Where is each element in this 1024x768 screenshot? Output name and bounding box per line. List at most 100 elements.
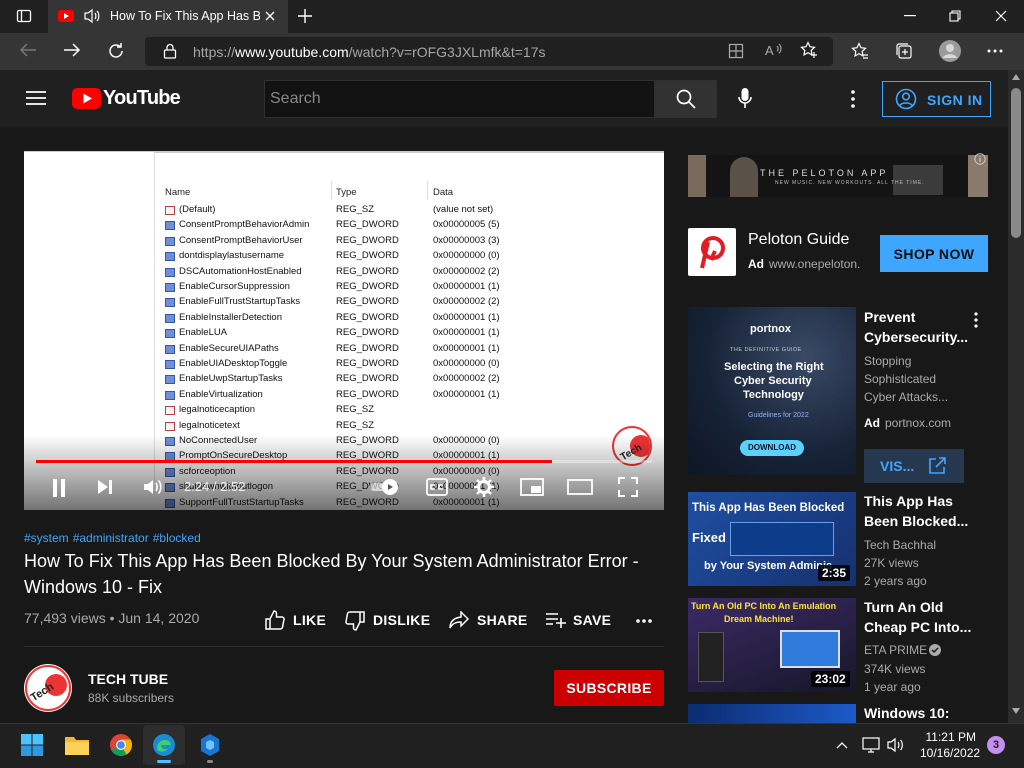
url-text[interactable]: https://www.youtube.com/watch?v=rOFG3JXL… xyxy=(193,44,546,60)
dislike-icon[interactable] xyxy=(345,611,365,631)
registry-row[interactable]: legalnoticecaption REG_SZ xyxy=(24,404,664,419)
save-button[interactable]: SAVE xyxy=(573,612,611,628)
youtube-logo-text[interactable]: YouTube xyxy=(103,87,181,110)
browser-tab-active[interactable]: How To Fix This App Has Been Blocked By … xyxy=(48,0,288,33)
video-card-title[interactable]: Turn An Old Cheap PC Into... xyxy=(864,597,976,637)
search-input[interactable] xyxy=(264,80,655,118)
video-player[interactable]: Name Type Data (Default) REG_SZ (value not… xyxy=(24,151,664,510)
fullscreen-icon[interactable] xyxy=(618,477,638,497)
add-favorite-icon[interactable] xyxy=(800,41,818,59)
registry-row[interactable]: legalnoticetext REG_SZ xyxy=(24,420,664,435)
save-playlist-icon[interactable] xyxy=(545,612,567,628)
favorites-icon[interactable] xyxy=(851,42,869,60)
like-button[interactable]: LIKE xyxy=(293,612,326,628)
video-thumbnail[interactable] xyxy=(688,704,856,723)
registry-row[interactable]: EnableUwpStartupTasks REG_DWORD 0x00000002… xyxy=(24,373,664,388)
ad-thumbnail[interactable]: portnox THE DEFINITIVE GUIDE Selecting t… xyxy=(688,307,856,475)
video-card-channel[interactable]: ETA PRIME xyxy=(864,643,927,657)
hashtag-link[interactable]: #blocked xyxy=(153,531,201,545)
hamburger-menu-icon[interactable] xyxy=(26,90,46,106)
restore-icon[interactable] xyxy=(949,10,961,22)
tab-actions-icon[interactable] xyxy=(16,8,32,24)
hashtag-link[interactable]: #administrator xyxy=(73,531,149,545)
volume-icon[interactable] xyxy=(143,478,163,496)
registry-row[interactable]: EnableCursorSuppression REG_DWORD 0x000000… xyxy=(24,281,664,296)
profile-avatar-icon[interactable] xyxy=(939,40,961,62)
registry-row[interactable]: ConsentPromptBehaviorUser REG_DWORD 0x0000… xyxy=(24,235,664,250)
notification-badge[interactable]: 3 xyxy=(987,736,1005,754)
settings-more-icon[interactable] xyxy=(987,49,1003,53)
azure-app-icon[interactable] xyxy=(198,733,222,757)
miniplayer-icon[interactable] xyxy=(520,478,544,496)
registry-row[interactable]: EnableVirtualization REG_DWORD 0x00000001 … xyxy=(24,389,664,404)
channel-avatar[interactable]: Tech xyxy=(24,664,72,712)
registry-row[interactable]: EnableLUA REG_DWORD 0x00000001 (1) xyxy=(24,327,664,342)
scrollbar-thumb[interactable] xyxy=(1011,88,1021,238)
windows-start-icon[interactable] xyxy=(21,734,43,756)
youtube-logo-icon[interactable] xyxy=(72,88,101,109)
registry-value-data: 0x00000002 (2) xyxy=(433,373,500,385)
edge-icon[interactable] xyxy=(153,734,175,756)
ad-title[interactable]: Peloton Guide xyxy=(748,231,849,249)
registry-row[interactable]: EnableSecureUIAPaths REG_DWORD 0x00000001 … xyxy=(24,343,664,358)
file-explorer-icon[interactable] xyxy=(65,735,89,755)
registry-row[interactable]: ConsentPromptBehaviorAdmin REG_DWORD 0x000… xyxy=(24,219,664,234)
registry-row[interactable]: EnableInstallerDetection REG_DWORD 0x00000… xyxy=(24,312,664,327)
refresh-icon[interactable] xyxy=(107,42,125,60)
more-actions-icon[interactable] xyxy=(636,619,652,623)
close-window-icon[interactable] xyxy=(995,10,1007,22)
share-icon[interactable] xyxy=(449,611,469,629)
video-card-title[interactable]: This App Has Been Blocked... xyxy=(864,491,976,531)
more-options-icon[interactable] xyxy=(851,90,855,108)
speaker-icon[interactable] xyxy=(83,8,101,24)
registry-row[interactable]: EnableUIADesktopToggle REG_DWORD 0x0000000… xyxy=(24,358,664,373)
minimize-icon[interactable] xyxy=(904,15,916,17)
registry-value-type: REG_SZ xyxy=(336,419,375,431)
progress-bar[interactable] xyxy=(36,460,652,463)
binary-value-icon xyxy=(165,252,175,262)
settings-gear-icon[interactable] xyxy=(474,477,494,497)
collections-icon[interactable] xyxy=(895,42,913,60)
channel-name[interactable]: TECH TUBE xyxy=(88,671,168,687)
autoplay-toggle-icon[interactable] xyxy=(370,479,402,495)
read-aloud-icon[interactable]: A xyxy=(765,42,783,58)
new-tab-icon[interactable] xyxy=(297,8,313,24)
forward-icon[interactable] xyxy=(63,42,81,58)
close-tab-icon[interactable] xyxy=(264,10,276,22)
tab-title: How To Fix This App Has Been Blocked By … xyxy=(110,9,260,23)
video-card-channel[interactable]: Tech Bachhal xyxy=(864,538,936,552)
ad-info-icon[interactable] xyxy=(974,153,986,165)
ad-title[interactable]: Prevent Cybersecurity... xyxy=(864,307,976,347)
video-card-title[interactable]: Windows 10: xyxy=(864,703,976,723)
card-more-icon[interactable] xyxy=(974,312,978,328)
scroll-down-icon[interactable] xyxy=(1012,708,1020,714)
subtitles-icon[interactable] xyxy=(426,478,448,496)
pause-icon[interactable] xyxy=(52,479,66,497)
peloton-logo[interactable] xyxy=(688,228,736,276)
hashtag-link[interactable]: #system xyxy=(24,531,69,545)
shop-now-button[interactable]: SHOP NOW xyxy=(880,235,988,272)
microphone-icon[interactable] xyxy=(738,88,752,110)
show-hidden-icons-icon[interactable] xyxy=(836,741,848,749)
share-button[interactable]: SHARE xyxy=(477,612,528,628)
registry-row[interactable]: DSCAutomationHostEnabled REG_DWORD 0x00000… xyxy=(24,266,664,281)
visit-site-button[interactable]: VIS... xyxy=(864,449,964,483)
lock-icon[interactable] xyxy=(163,43,177,59)
theater-mode-icon[interactable] xyxy=(567,479,593,495)
next-icon[interactable] xyxy=(97,479,113,495)
subscribe-button[interactable]: SUBSCRIBE xyxy=(554,670,664,706)
registry-row[interactable]: (Default) REG_SZ (value not set) xyxy=(24,204,664,219)
chrome-icon[interactable] xyxy=(110,734,132,756)
registry-row[interactable]: dontdisplaylastusername REG_DWORD 0x000000… xyxy=(24,250,664,265)
scroll-up-icon[interactable] xyxy=(1012,74,1020,80)
sign-in-label: SIGN IN xyxy=(927,92,983,108)
registry-row[interactable]: EnableFullTrustStartupTasks REG_DWORD 0x00… xyxy=(24,296,664,311)
app-available-icon[interactable] xyxy=(728,43,744,59)
back-icon[interactable] xyxy=(19,42,37,58)
taskbar-clock[interactable]: 11:21 PM 10/16/2022 xyxy=(920,729,980,761)
like-icon[interactable] xyxy=(265,610,285,630)
dislike-button[interactable]: DISLIKE xyxy=(373,612,430,628)
volume-tray-icon[interactable] xyxy=(887,737,905,753)
sign-in-button[interactable]: SIGN IN xyxy=(882,81,991,117)
network-icon[interactable] xyxy=(862,737,880,753)
